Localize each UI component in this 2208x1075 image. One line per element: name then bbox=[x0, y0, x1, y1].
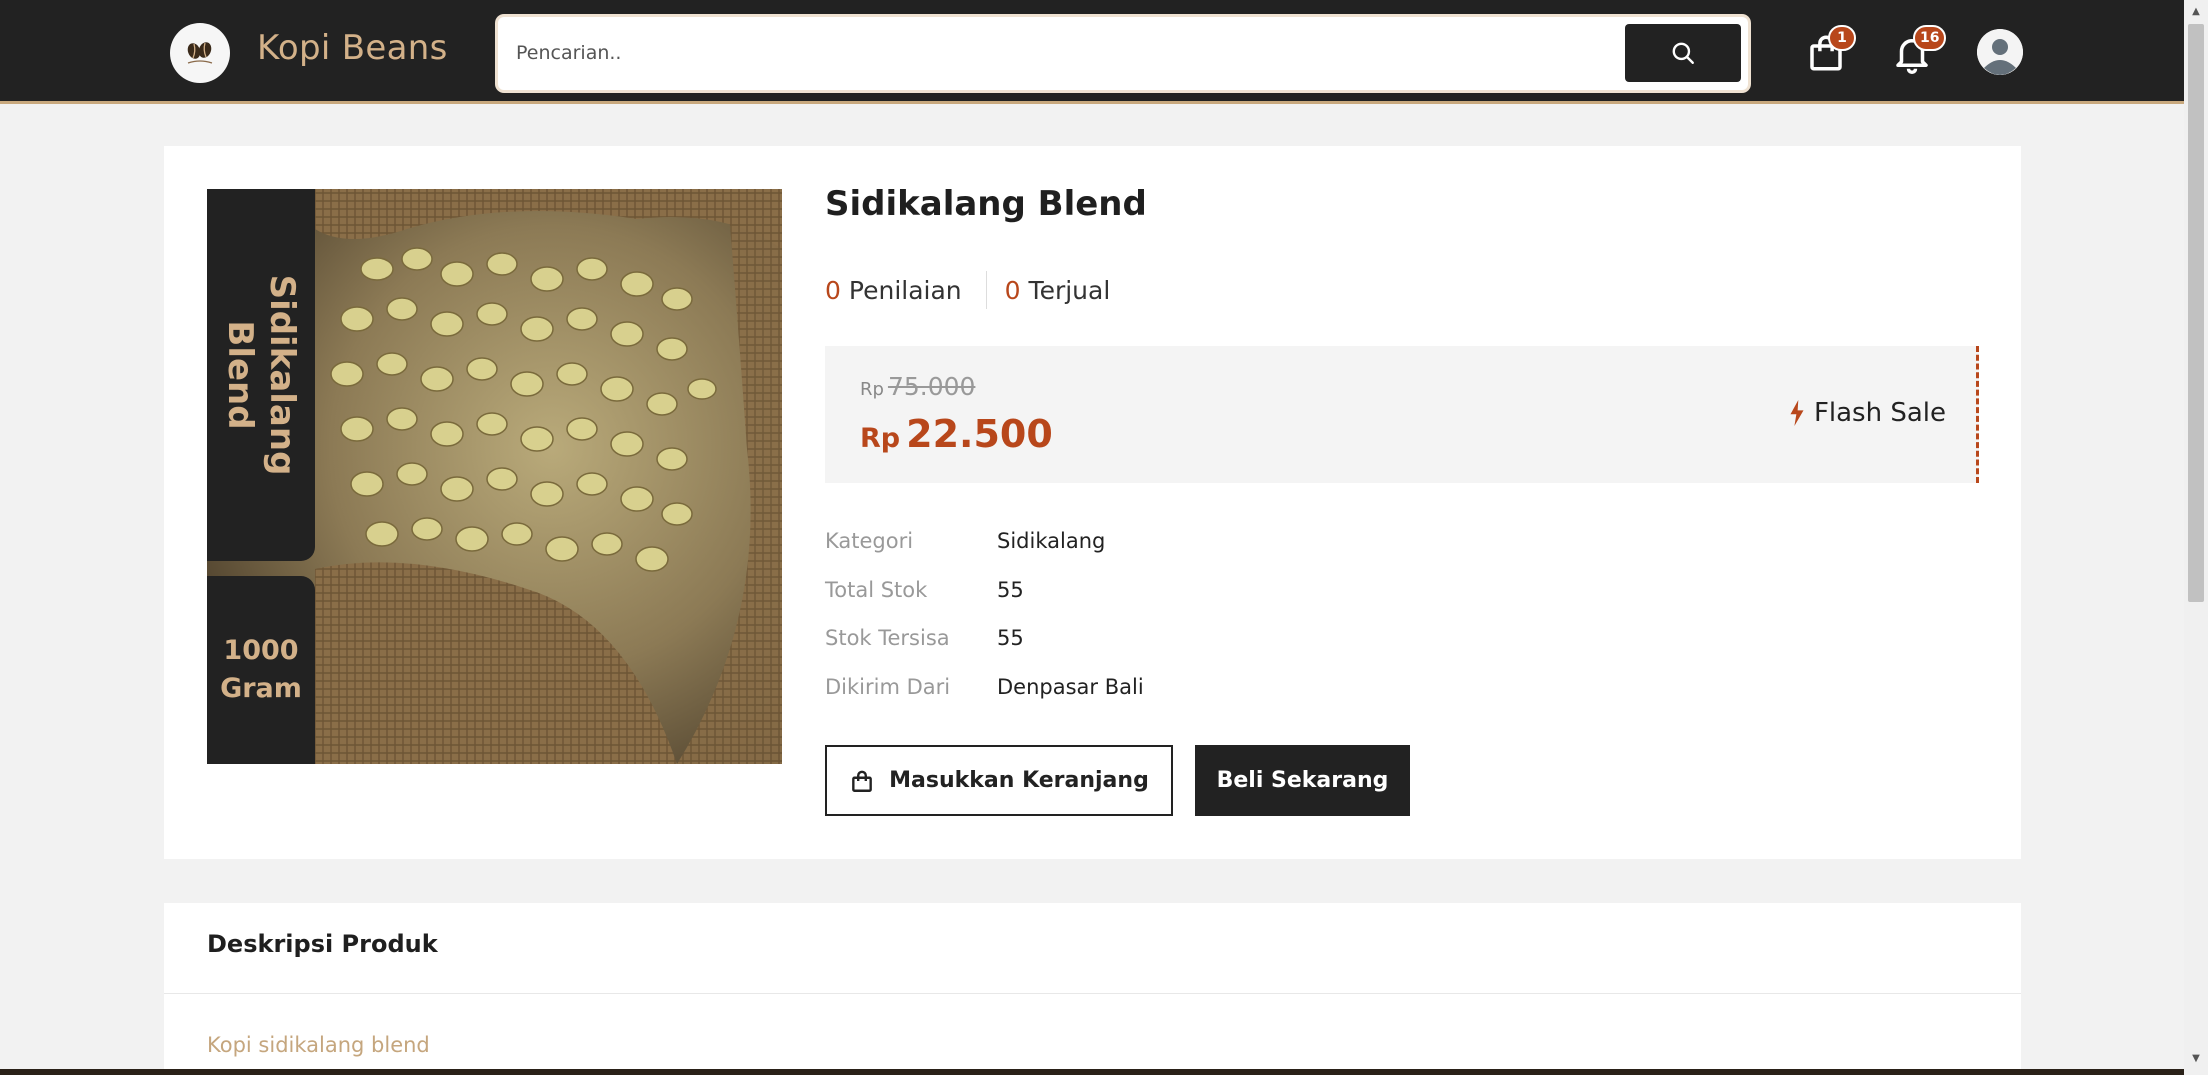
detail-row-remaining-stock: Stok Tersisa 55 bbox=[825, 623, 1024, 653]
brand-name[interactable]: Kopi Beans bbox=[257, 28, 448, 68]
detail-row-total-stock: Total Stok 55 bbox=[825, 575, 1024, 605]
product-stats: 0 Penilaian 0 Terjual bbox=[825, 270, 1110, 310]
user-avatar[interactable] bbox=[1977, 29, 2023, 75]
old-price-value: 75.000 bbox=[887, 372, 976, 401]
image-label-name-text: Sidikalang Blend bbox=[220, 274, 302, 476]
scrollbar-thumb[interactable] bbox=[2188, 24, 2204, 602]
new-price: Rp 22.500 bbox=[860, 412, 1053, 456]
top-navbar: Kopi Beans 1 16 bbox=[0, 0, 2184, 104]
new-price-currency: Rp bbox=[860, 423, 901, 454]
description-title: Deskripsi Produk bbox=[207, 930, 438, 958]
search-bar bbox=[498, 17, 1748, 90]
search-icon bbox=[1672, 42, 1694, 64]
rating-count: 0 bbox=[825, 275, 841, 305]
search-input[interactable] bbox=[516, 31, 1516, 75]
notification-count-badge: 16 bbox=[1913, 25, 1947, 51]
old-price-currency: Rp bbox=[860, 379, 884, 400]
lightning-icon bbox=[1790, 400, 1804, 426]
description-divider bbox=[164, 993, 2021, 994]
buy-now-button[interactable]: Beli Sekarang bbox=[1195, 745, 1410, 816]
notification-button[interactable]: 16 bbox=[1884, 25, 1947, 81]
description-text: Kopi sidikalang blend bbox=[207, 1033, 430, 1057]
sold-label: Terjual bbox=[1028, 275, 1111, 305]
search-button[interactable] bbox=[1625, 24, 1741, 82]
detail-label: Stok Tersisa bbox=[825, 626, 950, 650]
cart-button[interactable]: 1 bbox=[1798, 25, 1856, 81]
image-label-weight-text: 1000 Gram bbox=[220, 635, 302, 704]
stats-divider bbox=[985, 271, 987, 309]
detail-label: Total Stok bbox=[825, 578, 928, 602]
image-label-weight: 1000 Gram bbox=[207, 576, 315, 764]
vertical-scrollbar[interactable]: ▲ ▼ bbox=[2184, 0, 2208, 1075]
cart-count-badge: 1 bbox=[1828, 25, 1856, 51]
rating-label: Penilaian bbox=[848, 275, 962, 305]
detail-value: 55 bbox=[997, 626, 1024, 650]
buy-now-label: Beli Sekarang bbox=[1216, 768, 1389, 793]
scroll-up-arrow-icon[interactable]: ▲ bbox=[2184, 0, 2208, 22]
flash-sale-tag: Flash Sale bbox=[1788, 398, 1946, 428]
detail-row-shipped-from: Dikirim Dari Denpasar Bali bbox=[825, 672, 1144, 702]
sold-count: 0 bbox=[1004, 275, 1021, 305]
description-card: Deskripsi Produk Kopi sidikalang blend bbox=[164, 903, 2021, 1075]
image-label-name: Sidikalang Blend bbox=[207, 189, 315, 561]
new-price-value: 22.500 bbox=[906, 412, 1053, 456]
detail-row-category: Kategori Sidikalang bbox=[825, 526, 1105, 556]
coffee-logo-icon bbox=[187, 42, 213, 64]
user-avatar-icon bbox=[1977, 29, 2023, 75]
shopping-bag-icon bbox=[852, 770, 873, 792]
scroll-down-arrow-icon[interactable]: ▼ bbox=[2184, 1047, 2208, 1069]
brand-logo[interactable] bbox=[170, 23, 230, 83]
detail-value: 55 bbox=[997, 578, 1024, 602]
taskbar-edge bbox=[0, 1069, 2184, 1075]
old-price: Rp 75.000 bbox=[860, 372, 975, 401]
detail-value: Sidikalang bbox=[997, 529, 1106, 553]
price-box: Rp 75.000 Rp 22.500 Flash Sale bbox=[825, 346, 1979, 483]
detail-label: Kategori bbox=[825, 529, 914, 553]
add-to-cart-button[interactable]: Masukkan Keranjang bbox=[825, 745, 1173, 816]
product-title: Sidikalang Blend bbox=[825, 184, 1147, 224]
detail-label: Dikirim Dari bbox=[825, 675, 951, 699]
add-to-cart-label: Masukkan Keranjang bbox=[889, 768, 1149, 793]
detail-value: Denpasar Bali bbox=[997, 675, 1144, 699]
product-image[interactable]: Sidikalang Blend 1000 Gram bbox=[207, 189, 782, 764]
flash-sale-label: Flash Sale bbox=[1813, 398, 1946, 428]
